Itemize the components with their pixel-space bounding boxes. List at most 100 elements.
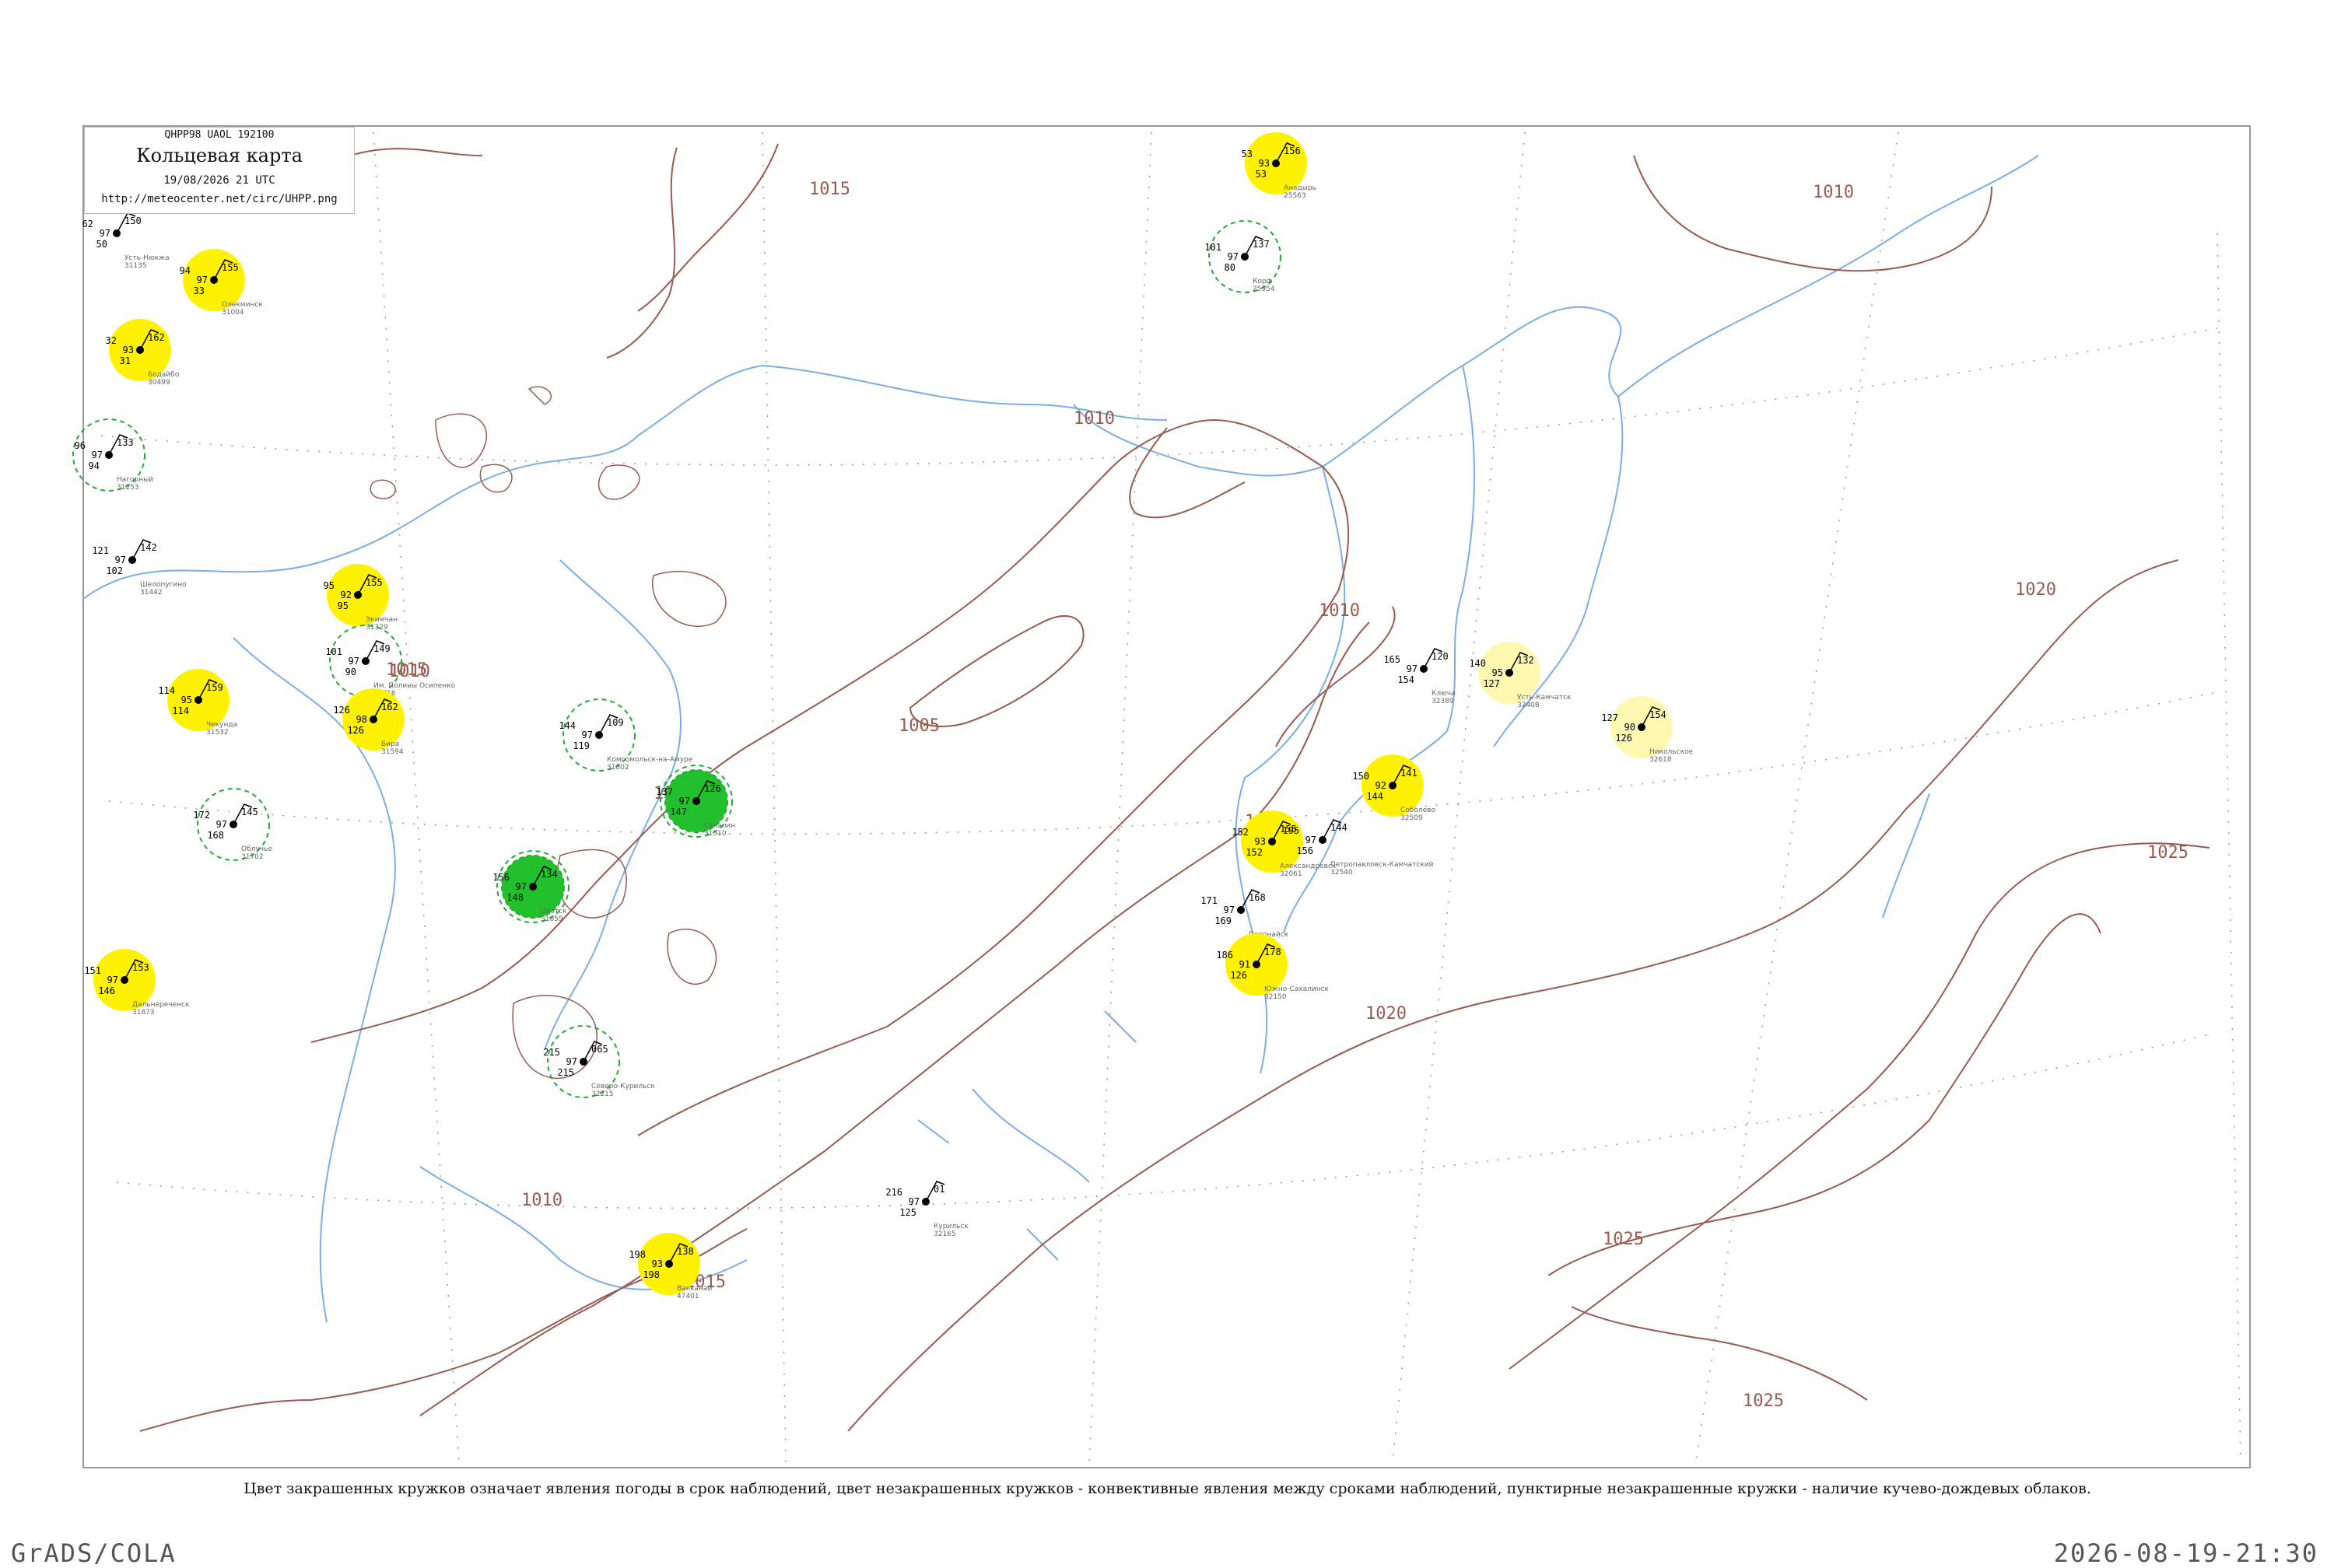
station-model[interactable]: 127 154 90126 Никольское32618 xyxy=(1601,696,1694,764)
station-model[interactable]: 156 134 97148 Охотск31659 xyxy=(492,850,569,923)
station-value: 155 xyxy=(366,577,383,588)
station-id: 32150 xyxy=(1264,993,1287,1001)
footer-timestamp: 2026-08-19-21:30 xyxy=(2053,1538,2318,1568)
station-model[interactable]: 114 15995114Чекунда31532 xyxy=(158,669,237,737)
station-name: Курильск xyxy=(934,1223,969,1230)
station-value: 154 xyxy=(1397,674,1414,685)
station-id: 31004 xyxy=(222,309,244,317)
station-value: 97 xyxy=(197,275,208,285)
station-id: 32540 xyxy=(1330,869,1353,877)
station-model[interactable]: 53 1569353Анадырь25563 xyxy=(1242,132,1316,200)
station-model[interactable]: 62 150 9750 Усть-Нюкжа31135 xyxy=(82,212,170,270)
islands xyxy=(370,386,727,1079)
station-model[interactable]: 151 153 97146 Дальнереченск31873 xyxy=(84,949,190,1017)
station-model[interactable]: 96 133 9794 Нагорный31253 xyxy=(72,418,153,492)
station-value: 156 xyxy=(492,872,510,883)
station-value: 150 xyxy=(124,215,142,226)
station-name: Дальнереченск xyxy=(132,1001,190,1009)
station-value: 156 xyxy=(1284,145,1301,156)
station-model[interactable]: 137 126 97147 Сахалин31510 xyxy=(656,765,735,838)
station-value: 162 xyxy=(381,702,398,712)
station-value: 97 xyxy=(349,656,359,667)
station-model[interactable]: 101 137 9780 Корф25954 xyxy=(1204,220,1281,293)
station-value: 133 xyxy=(117,437,134,448)
station-value: 93 xyxy=(123,345,134,355)
station-value: 33 xyxy=(194,285,205,296)
station-model[interactable]: 126 16298126Бира31594 xyxy=(333,688,405,756)
station-name: Соболево xyxy=(1400,807,1435,814)
isobar-label: 1015 xyxy=(809,180,850,199)
station-value: 119 xyxy=(573,740,590,751)
station-value: 125 xyxy=(899,1207,916,1218)
station-value: 127 xyxy=(1601,712,1618,723)
station-id: 47401 xyxy=(677,1293,699,1300)
station-value: 114 xyxy=(158,685,175,696)
station-name: Охотск xyxy=(541,908,567,915)
station-model[interactable]: 198 13893198Вакканай47401 xyxy=(629,1233,712,1300)
station-model[interactable]: 32 162 9331 Бодайбо30499 xyxy=(106,319,180,387)
isobar-label: 1010 xyxy=(1813,183,1854,202)
station-id: 32408 xyxy=(1517,702,1540,709)
station-value: 98 xyxy=(356,714,367,725)
station-value: 93 xyxy=(652,1258,663,1269)
station-value: 065 xyxy=(591,1044,608,1055)
station-id: 31510 xyxy=(704,830,727,838)
station-value: 120 xyxy=(1432,651,1449,662)
station-value: 97 xyxy=(216,819,227,830)
station-value: 97 xyxy=(909,1196,920,1207)
station-value: 142 xyxy=(140,542,157,553)
station-model[interactable]: 165 120 97154 Ключи32389 xyxy=(1383,648,1456,705)
station-value: 97 xyxy=(107,975,118,985)
station-model[interactable]: 172 145 97168 Облучье31702 xyxy=(193,788,272,861)
station-id: 30499 xyxy=(148,379,170,387)
station-model[interactable]: 140 132 95127 Усть-Камчатск32408 xyxy=(1469,642,1572,709)
station-value: 121 xyxy=(92,545,109,556)
station-value: 93 xyxy=(1259,158,1270,169)
station-value: 134 xyxy=(541,869,558,880)
station-model[interactable]: 94 155 9733 Олекминск31004 xyxy=(180,249,264,317)
station-id: 31659 xyxy=(541,915,563,923)
map-datetime: 19/08/2026 21 UTC xyxy=(163,174,275,187)
station-value: 215 xyxy=(543,1047,560,1058)
station-value: 114 xyxy=(172,705,189,716)
station-name: Никольское xyxy=(1649,748,1694,756)
station-value: 97 xyxy=(679,796,690,807)
station-value: 156 xyxy=(1296,845,1313,856)
station-value: 97 xyxy=(115,555,126,565)
station-value: 144 xyxy=(1330,822,1347,833)
station-id: 25954 xyxy=(1253,285,1275,293)
station-value: 80 xyxy=(1225,262,1235,273)
bulletin-code: QHPP98 UAOL 192100 xyxy=(164,129,275,141)
station-value: 159 xyxy=(206,682,223,693)
station-value: 168 xyxy=(207,830,224,841)
map-frame xyxy=(82,125,2251,1468)
station-value: 168 xyxy=(1249,892,1266,903)
station-model[interactable]: 95 1559295Экимчан31329 xyxy=(324,564,398,632)
station-model[interactable]: 186 178 91126 Южно-Сахалинск32150 xyxy=(1216,933,1330,1001)
station-model[interactable]: 144 109 97119 Комсомольск-на-Амуре31802 xyxy=(559,698,693,772)
station-id: 25563 xyxy=(1284,192,1306,200)
map-caption: Цвет закрашенных кружков означает явлени… xyxy=(244,1480,2091,1497)
station-value: 31 xyxy=(120,355,131,366)
isobar-label: 1010 xyxy=(1319,601,1360,621)
station-value: 178 xyxy=(1264,947,1281,957)
station-model[interactable]: 216 01 97125 Курильск32165 xyxy=(885,1181,969,1238)
station-model[interactable]: 215 06597215Северо-Курильск32215 xyxy=(543,1025,655,1098)
isobar-label: 1025 xyxy=(1743,1391,1784,1411)
station-value: 97 xyxy=(1305,835,1316,845)
synoptic-map: 1015 1010 1005 1010 1015 1010 1005 1020 … xyxy=(72,125,2251,1468)
station-value: 186 xyxy=(1216,950,1233,961)
station-value: 126 xyxy=(333,705,350,716)
station-id: 31802 xyxy=(607,764,629,772)
station-value: 126 xyxy=(704,783,721,794)
station-model[interactable]: 150 141 92144 Соболево32509 xyxy=(1352,754,1435,822)
station-id: 32389 xyxy=(1432,698,1454,705)
station-value: 95 xyxy=(1492,667,1503,678)
station-model[interactable]: 121 142 97102 Шелопугино31442 xyxy=(92,539,187,597)
station-value: 97 xyxy=(582,730,593,740)
map-url[interactable]: http://meteocenter.net/circ/UHPP.png xyxy=(85,193,354,205)
station-value: 151 xyxy=(84,965,101,976)
station-value: 144 xyxy=(1366,791,1383,802)
isobar-label: 1020 xyxy=(1365,1004,1407,1024)
station-id: 32061 xyxy=(1280,870,1302,878)
